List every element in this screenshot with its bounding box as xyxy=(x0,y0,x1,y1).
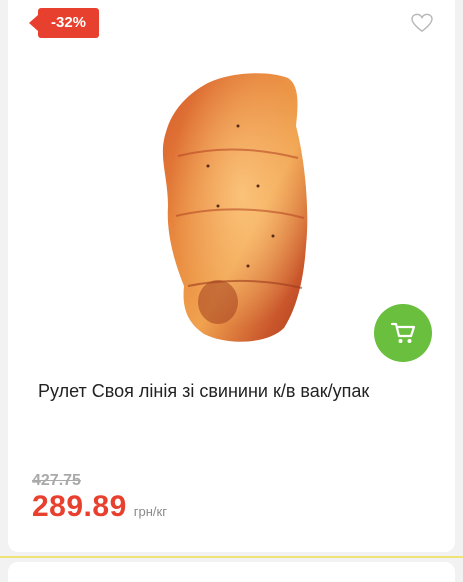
price-unit: грн/кг xyxy=(133,504,167,519)
product-card[interactable]: -32% Рулет Своя лінія зі свинини к/в вак… xyxy=(8,0,455,552)
current-price: 289.89 xyxy=(32,490,127,523)
next-product-card[interactable] xyxy=(8,562,455,582)
product-title[interactable]: Рулет Своя лінія зі свинини к/в вак/упак xyxy=(38,380,438,402)
price-row: 289.89 грн/кг xyxy=(32,490,167,524)
discount-badge: -32% xyxy=(29,8,99,38)
product-image[interactable] xyxy=(148,66,328,348)
old-price: 427.75 xyxy=(32,472,81,489)
section-divider xyxy=(0,556,463,558)
heart-outline-icon[interactable] xyxy=(411,13,433,33)
shopping-cart-icon xyxy=(390,322,416,343)
add-to-cart-button[interactable] xyxy=(374,304,432,362)
